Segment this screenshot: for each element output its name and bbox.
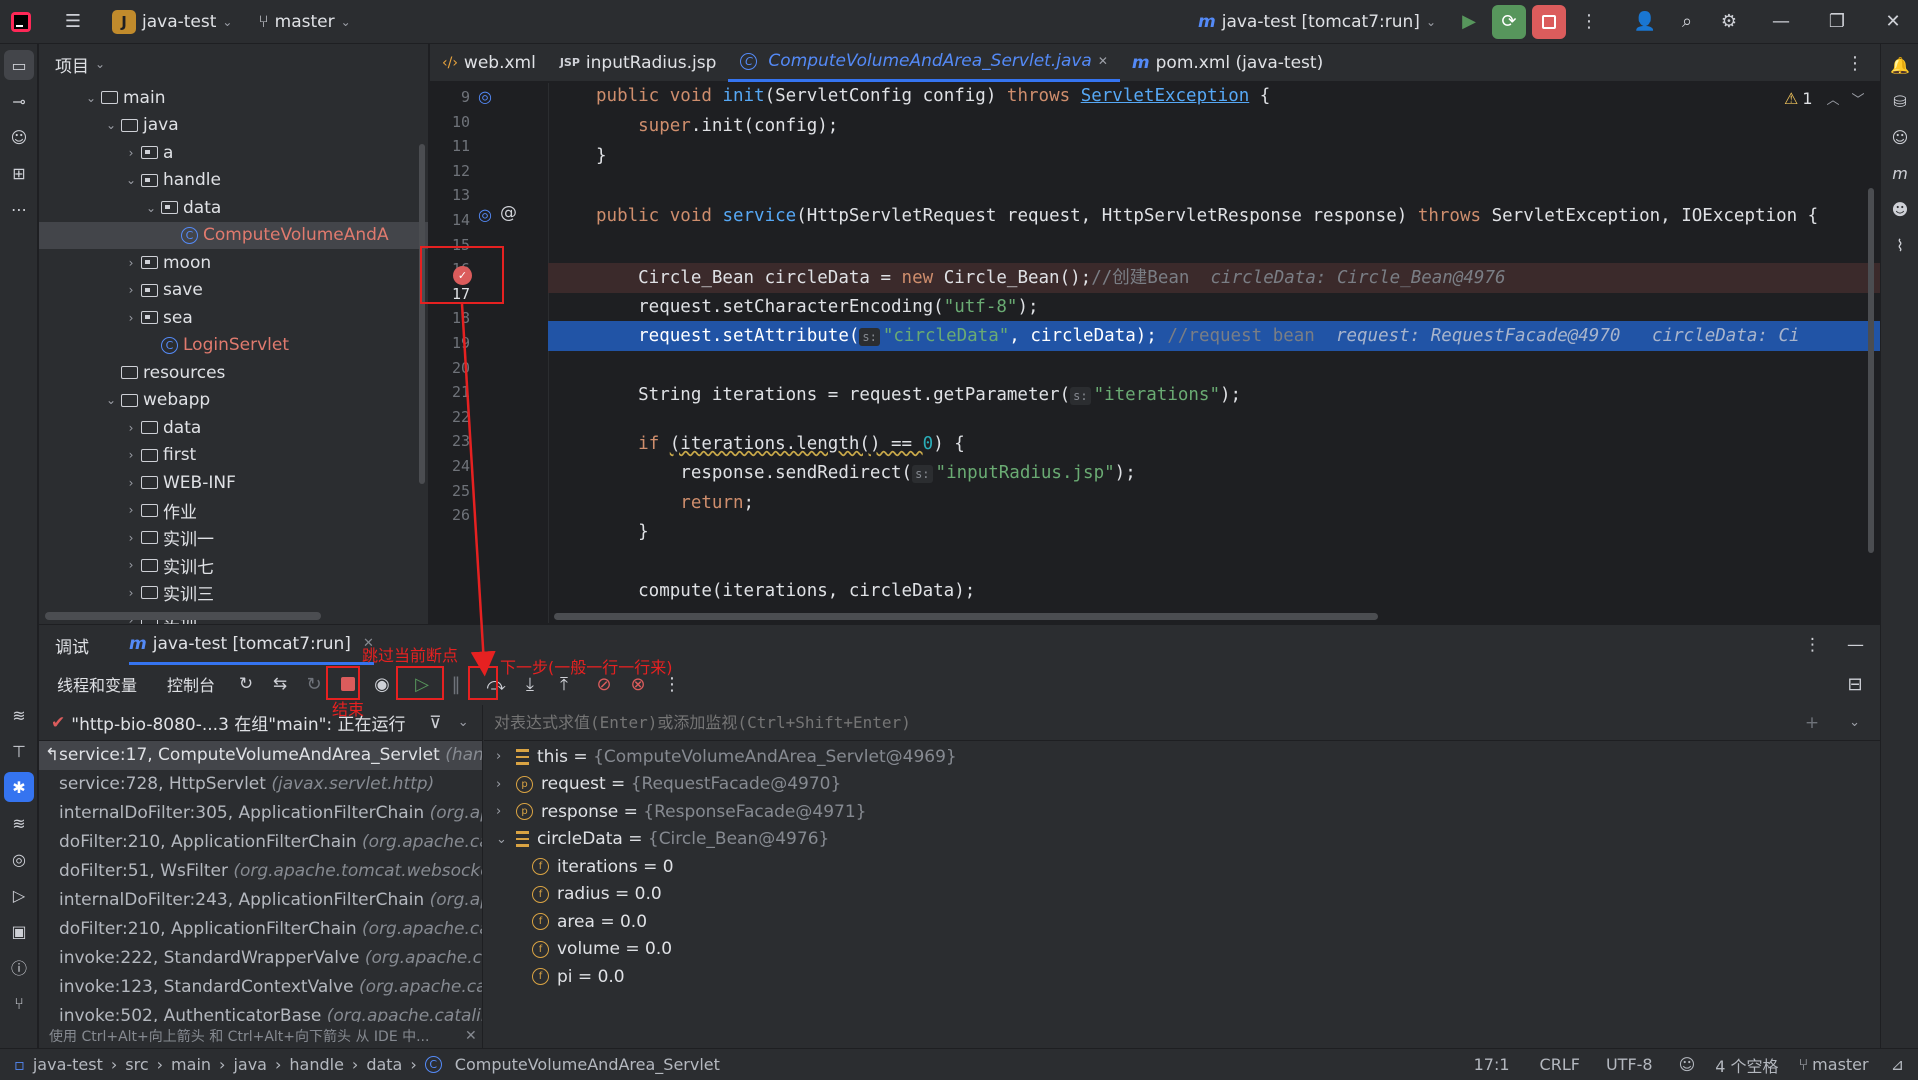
annotation-arrow: [460, 303, 496, 677]
breadcrumb-item[interactable]: main: [171, 1055, 211, 1074]
git-branch-icon: ⑂: [1798, 1055, 1809, 1074]
file-encoding[interactable]: UTF-8: [1606, 1055, 1653, 1074]
lock-icon[interactable]: ⊿: [1891, 1055, 1904, 1074]
breadcrumb-item[interactable]: data: [366, 1055, 402, 1074]
class-icon: C: [424, 1056, 442, 1073]
module-icon: ▫: [14, 1055, 25, 1074]
breadcrumb-separator-icon: ›: [351, 1055, 359, 1074]
indent-setting[interactable]: 4 个空格: [1715, 1053, 1778, 1077]
copilot-status-icon[interactable]: ☺: [1679, 1055, 1696, 1074]
breadcrumb-separator-icon: ›: [156, 1055, 164, 1074]
caret-position[interactable]: 17:1: [1474, 1055, 1510, 1074]
breadcrumb-separator-icon: ›: [110, 1055, 118, 1074]
breadcrumb-item[interactable]: java: [233, 1055, 267, 1074]
breadcrumb-item[interactable]: ComputeVolumeAndArea_Servlet: [455, 1055, 720, 1074]
status-bar: ▫ java-test › src › main › java › handle › data › C Co…: [0, 1048, 1918, 1080]
breadcrumb-item[interactable]: handle: [289, 1055, 344, 1074]
breadcrumb-separator-icon: ›: [410, 1055, 417, 1074]
breadcrumb-item[interactable]: java-test: [33, 1055, 103, 1074]
breadcrumb-separator-icon: ›: [219, 1055, 226, 1074]
status-branch[interactable]: master: [1812, 1055, 1868, 1074]
breadcrumb: ▫ java-test › src › main › java › handle › data › C Co…: [14, 1055, 720, 1074]
line-separator[interactable]: CRLF: [1540, 1055, 1580, 1074]
breadcrumb-separator-icon: ›: [274, 1055, 282, 1074]
breadcrumb-item[interactable]: src: [125, 1055, 148, 1074]
